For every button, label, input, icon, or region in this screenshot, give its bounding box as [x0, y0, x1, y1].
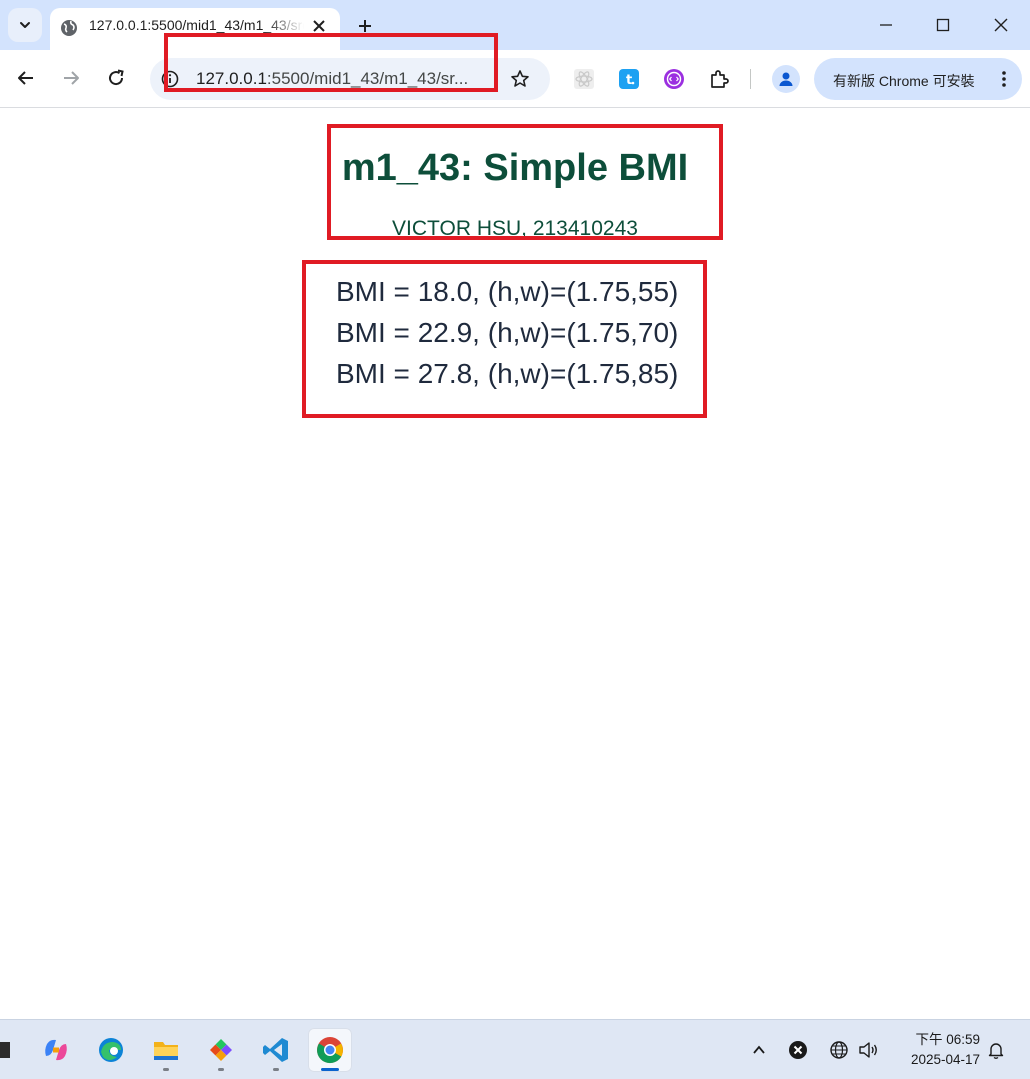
show-hidden-icons-button[interactable] [747, 1038, 771, 1062]
person-icon [779, 72, 793, 86]
windows-taskbar: 下午 06:59 2025-04-17 [0, 1019, 1030, 1079]
speaker-icon [859, 1042, 877, 1058]
puzzle-extensions-icon [711, 70, 729, 88]
profile-button[interactable] [772, 65, 800, 93]
running-indicator [218, 1068, 224, 1071]
running-indicator [163, 1068, 169, 1071]
taskbar-copilot[interactable] [34, 1028, 78, 1072]
globe-icon [61, 20, 77, 36]
sourcetree-icon [210, 1039, 232, 1061]
chrome-icon [317, 1037, 343, 1064]
globe-icon [830, 1041, 848, 1059]
browser-toolbar: 127.0.0.1:5500/mid1_43/m1_43/sr... t 有新版… [0, 50, 1030, 108]
taskbar-file-explorer[interactable] [144, 1028, 188, 1072]
bookmark-button[interactable] [508, 67, 532, 91]
toolbar-separator [750, 69, 751, 89]
t-extension[interactable]: t [617, 67, 641, 91]
network-button[interactable] [827, 1038, 851, 1062]
react-devtools-extension[interactable] [572, 67, 596, 91]
tab-strip: 127.0.0.1:5500/mid1_43/m1_43/src/index.h… [0, 0, 1030, 50]
plus-icon [359, 20, 371, 32]
star-icon [511, 70, 529, 87]
annotation-box-url [164, 33, 498, 92]
forward-button[interactable] [55, 62, 87, 94]
t-extension-icon: t [619, 69, 639, 89]
tab-search-button[interactable] [8, 8, 42, 42]
chrome-update-button[interactable]: 有新版 Chrome 可安裝 [814, 58, 1022, 100]
reload-button[interactable] [100, 62, 132, 94]
running-indicator [273, 1068, 279, 1071]
tray-app-button[interactable] [786, 1038, 810, 1062]
react-devtools-icon [574, 69, 594, 89]
edge-icon [99, 1038, 123, 1062]
taskbar-chrome[interactable] [308, 1028, 352, 1072]
arrow-right-icon [64, 71, 79, 85]
maximize-icon [936, 18, 950, 32]
extensions-menu-button[interactable] [707, 67, 731, 91]
arrow-left-icon [18, 71, 33, 85]
start-button-edge[interactable] [0, 1042, 10, 1058]
tab-title: 127.0.0.1:5500/mid1_43/m1_43/src/index.h… [89, 17, 304, 33]
chevron-down-icon [20, 22, 30, 28]
code-extension-icon [664, 69, 684, 89]
clock-date: 2025-04-17 [910, 1052, 980, 1067]
more-menu-icon[interactable] [998, 69, 1010, 89]
clock-time: 下午 06:59 [915, 1032, 980, 1047]
taskbar-vscode[interactable] [254, 1028, 298, 1072]
taskbar-sourcetree[interactable] [199, 1028, 243, 1072]
page-viewport: m1_43: Simple BMI VICTOR HSU, 213410243 … [0, 109, 1030, 1019]
bell-icon [988, 1043, 1004, 1059]
file-explorer-icon [154, 1042, 178, 1060]
system-clock[interactable]: 下午 06:59 2025-04-17 [894, 1030, 980, 1070]
active-indicator [321, 1068, 339, 1071]
maximize-button[interactable] [914, 0, 972, 50]
annotation-box-results [302, 260, 707, 418]
minimize-button-slot[interactable] [857, 0, 915, 50]
annotation-box-heading [327, 124, 723, 240]
volume-button[interactable] [857, 1038, 881, 1062]
close-window-button[interactable] [972, 0, 1030, 50]
close-circle-icon [789, 1041, 807, 1059]
reload-icon [109, 69, 124, 86]
back-button[interactable] [10, 62, 42, 94]
svg-text:t: t [626, 73, 632, 88]
code-extension[interactable] [662, 67, 686, 91]
vscode-icon [263, 1038, 288, 1062]
taskbar-edge[interactable] [89, 1028, 133, 1072]
update-label: 有新版 Chrome 可安裝 [833, 73, 975, 89]
copilot-icon [45, 1039, 67, 1061]
close-icon [313, 20, 325, 32]
notifications-button[interactable] [984, 1038, 1008, 1062]
close-icon [994, 18, 1008, 32]
minimize-icon [880, 24, 892, 26]
chevron-up-icon [753, 1045, 765, 1054]
